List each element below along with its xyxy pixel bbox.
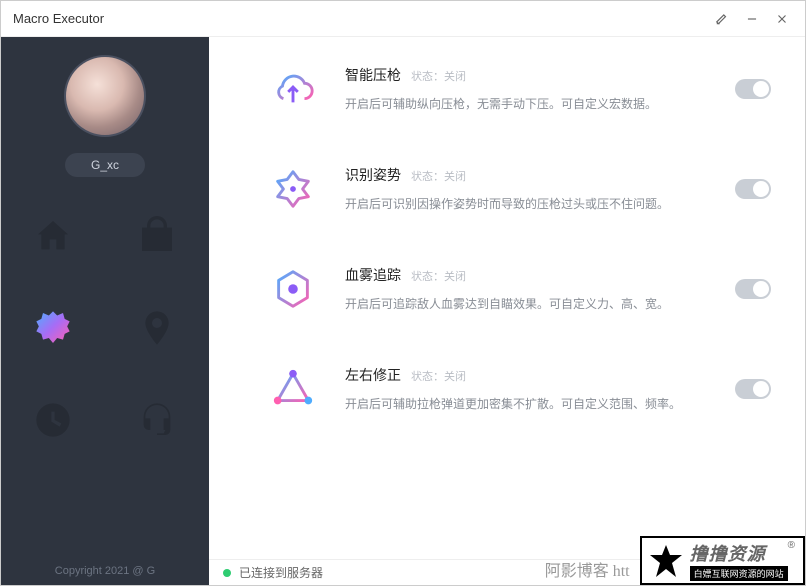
- feature-toggle[interactable]: [735, 279, 771, 299]
- watermark-reg: ®: [788, 540, 795, 551]
- feature-title: 智能压枪: [345, 65, 401, 85]
- feature-toggle[interactable]: [735, 79, 771, 99]
- feature-status: 状态：关闭: [411, 268, 466, 284]
- close-button[interactable]: [767, 4, 797, 34]
- nav-shop[interactable]: [134, 213, 180, 259]
- nav-location[interactable]: [134, 305, 180, 351]
- watermark: 阿影博客 htt 撸撸资源 白嫖互联网资源的网站 ®: [545, 536, 805, 585]
- status-dot-icon: [223, 569, 231, 577]
- statusbar: 已连接到服务器 阿影博客 htt 撸撸资源 白嫖互联网资源的网站 ®: [209, 559, 805, 585]
- feature-desc: 开启后可辅助拉枪弹道更加密集不扩散。可自定义范围、频率。: [345, 395, 735, 413]
- triangle-cycle-icon: [269, 365, 317, 413]
- feature-row: 左右修正 状态：关闭 开启后可辅助拉枪弹道更加密集不扩散。可自定义范围、频率。: [209, 341, 805, 441]
- sidebar: G_xc C: [1, 37, 209, 585]
- minimize-button[interactable]: [737, 4, 767, 34]
- watermark-text: 阿影博客 htt: [545, 557, 630, 581]
- cloud-upload-icon: [269, 65, 317, 113]
- star-burst-icon: [269, 165, 317, 213]
- main-panel: 智能压枪 状态：关闭 开启后可辅助纵向压枪，无需手动下压。可自定义宏数据。 识别…: [209, 37, 805, 585]
- nav-history[interactable]: [30, 397, 76, 443]
- edit-button[interactable]: [707, 4, 737, 34]
- watermark-logo-icon: [646, 541, 686, 581]
- feature-title: 识别姿势: [345, 165, 401, 185]
- copyright-text: Copyright 2021 @ G: [55, 565, 155, 577]
- feature-row: 血雾追踪 状态：关闭 开启后可追踪敌人血雾达到自瞄效果。可自定义力、高、宽。: [209, 241, 805, 341]
- feature-status: 状态：关闭: [411, 168, 466, 184]
- feature-title: 左右修正: [345, 365, 401, 385]
- feature-title: 血雾追踪: [345, 265, 401, 285]
- feature-toggle[interactable]: [735, 379, 771, 399]
- window-title: Macro Executor: [13, 11, 104, 26]
- nav-support[interactable]: [134, 397, 180, 443]
- status-text: 已连接到服务器: [239, 564, 323, 581]
- feature-desc: 开启后可辅助纵向压枪，无需手动下压。可自定义宏数据。: [345, 95, 735, 113]
- feature-row: 识别姿势 状态：关闭 开启后可识别因操作姿势时而导致的压枪过头或压不住问题。: [209, 141, 805, 241]
- avatar[interactable]: [64, 55, 146, 137]
- titlebar: Macro Executor: [1, 1, 805, 37]
- feature-toggle[interactable]: [735, 179, 771, 199]
- username-pill[interactable]: G_xc: [65, 153, 145, 177]
- nav-settings[interactable]: [30, 305, 76, 351]
- watermark-tag: 白嫖互联网资源的网站: [690, 566, 788, 581]
- nav-home[interactable]: [30, 213, 76, 259]
- feature-desc: 开启后可识别因操作姿势时而导致的压枪过头或压不住问题。: [345, 195, 735, 213]
- feature-desc: 开启后可追踪敌人血雾达到自瞄效果。可自定义力、高、宽。: [345, 295, 735, 313]
- feature-row: 智能压枪 状态：关闭 开启后可辅助纵向压枪，无需手动下压。可自定义宏数据。: [209, 41, 805, 141]
- feature-status: 状态：关闭: [411, 368, 466, 384]
- feature-status: 状态：关闭: [411, 68, 466, 84]
- hexagon-target-icon: [269, 265, 317, 313]
- watermark-brand: 撸撸资源: [690, 540, 788, 566]
